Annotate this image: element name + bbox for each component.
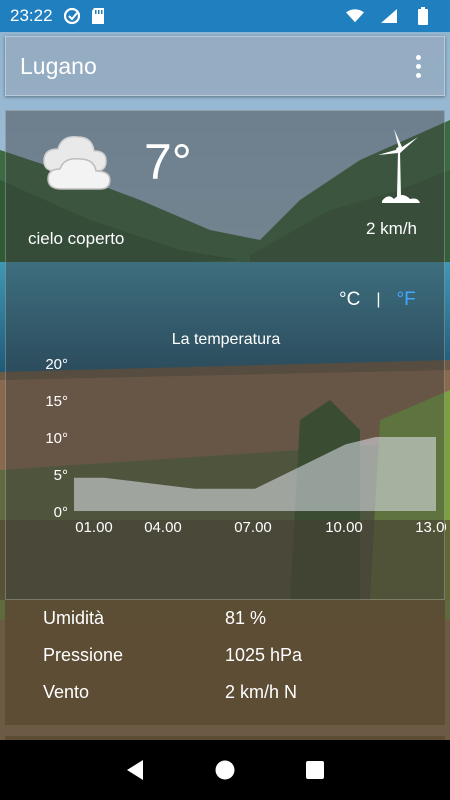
wind-speed: 2 km/h bbox=[366, 219, 418, 238]
humidity-label: Umidità bbox=[43, 608, 105, 628]
weather-card: 7° cielo coperto 2 km/h °C | °F La tempe… bbox=[5, 110, 446, 600]
y-tick-label: 0° bbox=[54, 504, 68, 521]
humidity-value: 81 % bbox=[225, 608, 267, 628]
sync-icon bbox=[63, 7, 81, 25]
sd-card-icon bbox=[89, 7, 107, 25]
y-tick-label: 15° bbox=[45, 393, 68, 410]
cloud-icon bbox=[38, 131, 118, 195]
pressure-label: Pressione bbox=[43, 645, 124, 665]
current-temperature: 7° bbox=[144, 134, 192, 190]
unit-separator: | bbox=[376, 291, 381, 308]
x-tick-label: 13.00 bbox=[415, 519, 446, 536]
unit-fahrenheit-button[interactable]: °F bbox=[396, 289, 415, 311]
recents-icon[interactable] bbox=[303, 758, 327, 782]
status-bar: 23:22 bbox=[0, 0, 450, 32]
status-time: 23:22 bbox=[10, 6, 53, 25]
wind-label: Vento bbox=[43, 682, 90, 702]
app-bar: Lugano bbox=[5, 36, 445, 96]
more-vert-icon[interactable] bbox=[406, 51, 430, 81]
temperature-chart: 20° 15° 10° 5° 0° 01.00 04.00 07.00 10.00 13.00 bbox=[45, 356, 446, 536]
wifi-icon bbox=[346, 7, 364, 25]
y-tick-label: 5° bbox=[54, 467, 68, 484]
city-title: Lugano bbox=[20, 52, 97, 79]
x-tick-label: 01.00 bbox=[75, 519, 113, 536]
weather-condition: cielo coperto bbox=[28, 229, 125, 248]
x-tick-label: 07.00 bbox=[234, 519, 272, 536]
pressure-value: 1025 hPa bbox=[225, 645, 303, 665]
home-icon[interactable] bbox=[213, 758, 237, 782]
wind-turbine-icon bbox=[374, 129, 424, 209]
temperature-area bbox=[74, 437, 436, 511]
back-icon[interactable] bbox=[123, 758, 147, 782]
y-tick-label: 20° bbox=[45, 356, 68, 373]
x-tick-label: 04.00 bbox=[144, 519, 182, 536]
system-nav-bar bbox=[0, 740, 450, 800]
y-tick-label: 10° bbox=[45, 430, 68, 447]
battery-icon bbox=[414, 7, 432, 25]
wind-value: 2 km/h N bbox=[225, 682, 298, 702]
x-tick-label: 10.00 bbox=[325, 519, 363, 536]
details-card: Umidità 81 % Pressione 1025 hPa Vento 2 … bbox=[5, 600, 445, 725]
unit-celsius-button[interactable]: °C bbox=[339, 289, 360, 311]
signal-icon bbox=[380, 7, 398, 25]
chart-title: La temperatura bbox=[171, 331, 281, 348]
unit-toggle: °C | °F bbox=[339, 289, 416, 311]
